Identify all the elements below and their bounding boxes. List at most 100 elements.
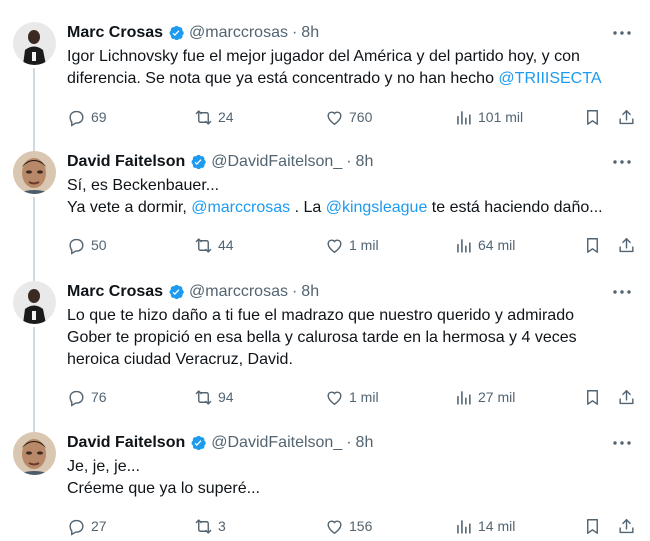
heart-icon [325,236,349,255]
share-button[interactable] [617,516,636,536]
tweet-text-segment: diferencia. Se nota que ya está concentr… [67,70,499,87]
verified-badge-icon [189,153,207,171]
repost-button[interactable]: 3 [194,516,226,536]
timestamp[interactable]: 8h [301,283,319,301]
tweet-text: Sí, es Beckenbauer... Ya vete a dormir, … [67,175,632,219]
views-button[interactable]: 14 mil [454,516,515,536]
mention-link[interactable]: @marccrosas [191,199,290,216]
like-count: 156 [349,518,373,534]
like-button[interactable]: 156 [325,516,372,536]
timestamp[interactable]: 8h [301,24,319,42]
repost-button[interactable]: 44 [194,235,234,255]
tweet-text-line: Igor Lichnovsky fue el mejor jugador del… [67,48,580,65]
tweet-text-segment: te está haciendo daño... [427,199,603,216]
heart-icon [325,108,349,127]
tweet-text-line: Gober te propició en esa bella y caluros… [67,329,577,346]
views-button[interactable]: 64 mil [454,235,515,255]
heart-icon [325,388,349,407]
like-button[interactable]: 1 mil [325,387,379,407]
share-icon [617,517,636,536]
author-name[interactable]: David Faitelson [67,153,185,171]
more-options-icon[interactable] [612,283,632,301]
author-name[interactable]: Marc Crosas [67,283,163,301]
repost-button[interactable]: 94 [194,387,234,407]
bookmark-icon [583,108,602,127]
tweet[interactable]: David Faitelson @DavidFaitelson_ · 8h Je… [0,432,650,537]
more-options-icon[interactable] [612,24,632,42]
avatar[interactable] [13,151,56,194]
reply-count: 50 [91,237,107,253]
repost-icon [194,388,218,407]
reply-count: 27 [91,518,107,534]
repost-icon [194,108,218,127]
timestamp[interactable]: 8h [356,434,374,452]
mention-link[interactable]: @TRIIISECTA [498,70,601,87]
share-button[interactable] [617,387,636,407]
author-handle[interactable]: @DavidFaitelson_ [211,153,342,171]
tweet-text-line: Sí, es Beckenbauer... [67,177,220,194]
bookmark-button[interactable] [583,516,602,536]
reply-button[interactable]: 27 [67,516,107,536]
separator-dot: · [291,24,298,41]
tweet[interactable]: David Faitelson @DavidFaitelson_ · 8h Sí… [0,151,650,297]
bookmark-icon [583,388,602,407]
thread-line [33,327,35,445]
views-count: 101 mil [478,109,524,125]
more-options-icon[interactable] [612,434,632,452]
tweet-text: Lo que te hizo daño a ti fue el madrazo … [67,305,632,371]
mention-link[interactable]: @kingsleague [326,199,428,216]
views-count: 64 mil [478,237,516,253]
separator-dot: · [291,283,298,300]
share-icon [617,236,636,255]
avatar[interactable] [13,22,56,65]
bookmark-button[interactable] [583,107,602,127]
timestamp[interactable]: 8h [356,153,374,171]
reply-count: 76 [91,389,107,405]
tweet[interactable]: Marc Crosas @marccrosas · 8h Igor Lichno… [0,22,650,168]
author-name[interactable]: David Faitelson [67,434,185,452]
views-chart-icon [454,236,478,255]
like-count: 1 mil [349,237,379,253]
repost-icon [194,236,218,255]
separator-dot: · [346,434,352,451]
reply-icon [67,388,91,407]
author-name[interactable]: Marc Crosas [67,24,163,42]
share-button[interactable] [617,107,636,127]
author-handle[interactable]: @marccrosas [189,24,288,42]
views-button[interactable]: 101 mil [454,107,523,127]
repost-icon [194,517,218,536]
tweet-text-segment: . La [290,199,326,216]
views-button[interactable]: 27 mil [454,387,515,407]
avatar[interactable] [13,281,56,324]
reply-icon [67,517,91,536]
heart-icon [325,517,349,536]
reply-icon [67,236,91,255]
tweet-header: Marc Crosas @marccrosas · 8h [67,22,319,44]
reply-button[interactable]: 76 [67,387,107,407]
action-bar: 76 94 1 mil 27 mil [67,387,637,407]
bookmark-button[interactable] [583,387,602,407]
views-chart-icon [454,517,478,536]
more-options-icon[interactable] [612,153,632,171]
reply-icon [67,108,91,127]
repost-button[interactable]: 24 [194,107,234,127]
bookmark-button[interactable] [583,235,602,255]
author-handle[interactable]: @DavidFaitelson_ [211,434,342,452]
share-icon [617,108,636,127]
reply-button[interactable]: 50 [67,235,107,255]
tweet-text-line: Lo que te hizo daño a ti fue el madrazo … [67,307,574,324]
like-button[interactable]: 1 mil [325,235,379,255]
tweet-text-line: Ya vete a dormir, @marccrosas . La @king… [67,197,632,219]
tweet-header: Marc Crosas @marccrosas · 8h [67,281,319,303]
tweet-text: Je, je, je... Créeme que ya lo superé... [67,456,632,500]
author-handle[interactable]: @marccrosas [189,283,288,301]
reply-button[interactable]: 69 [67,107,107,127]
tweet[interactable]: Marc Crosas @marccrosas · 8h Lo que te h… [0,281,650,445]
tweet-header: David Faitelson @DavidFaitelson_ · 8h [67,151,373,173]
like-button[interactable]: 760 [325,107,372,127]
repost-count: 44 [218,237,234,253]
avatar[interactable] [13,432,56,475]
share-button[interactable] [617,235,636,255]
verified-badge-icon [167,283,185,301]
tweet-text-line: Je, je, je... [67,458,140,475]
